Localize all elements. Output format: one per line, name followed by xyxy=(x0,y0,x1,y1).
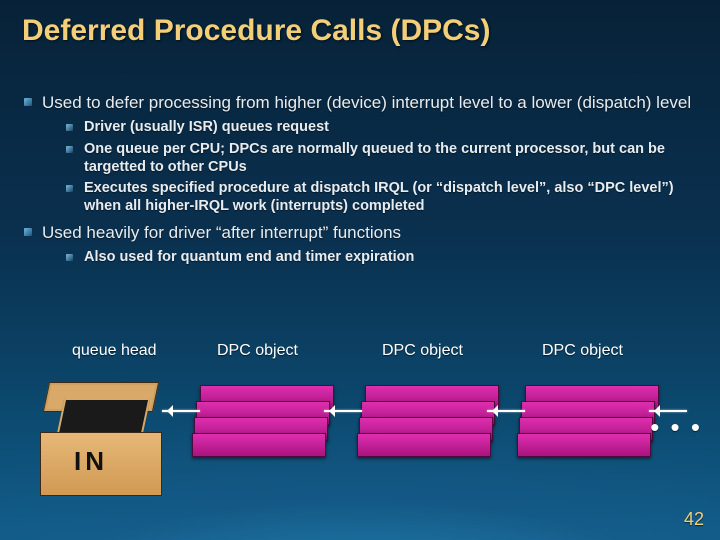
bullet-1-text: Used to defer processing from higher (de… xyxy=(42,93,691,112)
bullet-1-sub-1: Driver (usually ISR) queues request xyxy=(66,119,698,137)
in-label: IN xyxy=(74,446,108,477)
dpc-label-1: DPC object xyxy=(217,342,298,360)
dpc-label-3: DPC object xyxy=(542,342,623,360)
arrow-2 xyxy=(324,410,362,412)
bullet-1-sub-2: One queue per CPU; DPCs are normally que… xyxy=(66,141,698,176)
dpc-label-2: DPC object xyxy=(382,342,463,360)
dpc-stack-3 xyxy=(517,385,649,455)
queue-head-label: queue head xyxy=(72,342,157,360)
slide: Deferred Procedure Calls (DPCs) Used to … xyxy=(0,0,720,540)
queue-head-box: IN xyxy=(40,382,160,497)
plate xyxy=(517,433,651,457)
bullet-2-sub: Also used for quantum end and timer expi… xyxy=(42,249,698,267)
bullet-1-sub-3: Executes specified procedure at dispatch… xyxy=(66,180,698,215)
bullet-2-sub-1: Also used for quantum end and timer expi… xyxy=(66,249,698,267)
arrow-3 xyxy=(487,410,525,412)
dpc-stack-1 xyxy=(192,385,324,455)
content-area: Used to defer processing from higher (de… xyxy=(22,92,698,273)
bullet-1: Used to defer processing from higher (de… xyxy=(22,92,698,216)
plate xyxy=(357,433,491,457)
bullet-2: Used heavily for driver “after interrupt… xyxy=(22,222,698,267)
slide-title: Deferred Procedure Calls (DPCs) xyxy=(22,14,491,48)
bullet-2-text: Used heavily for driver “after interrupt… xyxy=(42,223,401,242)
arrow-1 xyxy=(162,410,200,412)
bullet-1-sub: Driver (usually ISR) queues request One … xyxy=(42,119,698,215)
diagram: queue head DPC object DPC object DPC obj… xyxy=(22,340,698,510)
page-number: 42 xyxy=(684,509,704,530)
plate xyxy=(192,433,326,457)
bullet-list: Used to defer processing from higher (de… xyxy=(22,92,698,267)
ellipsis-icon: • • • xyxy=(650,412,702,443)
dpc-stack-2 xyxy=(357,385,489,455)
